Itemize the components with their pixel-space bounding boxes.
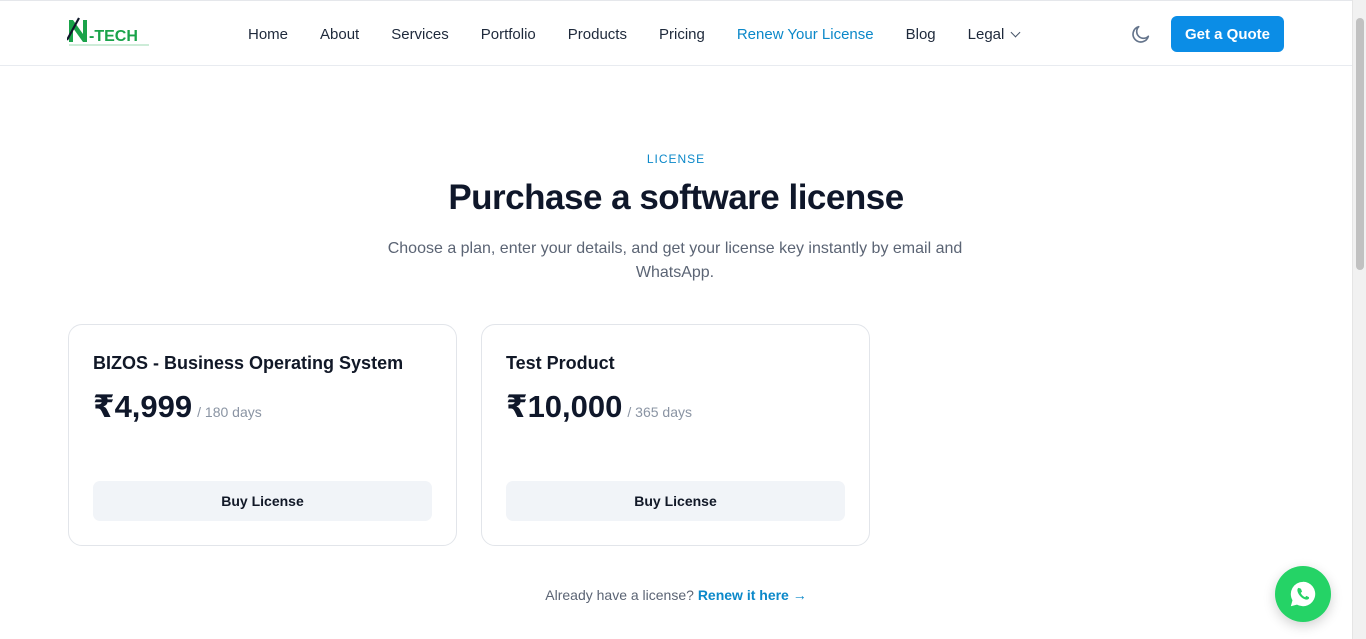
get-a-quote-button[interactable]: Get a Quote bbox=[1171, 16, 1284, 52]
plan-price-row: ₹4,999 / 180 days bbox=[93, 389, 262, 425]
logo-text: -TECH bbox=[89, 28, 138, 45]
plan-card-bizos: BIZOS - Business Operating System ₹4,999… bbox=[68, 324, 457, 546]
top-navbar: -TECH Home About Services Portfolio Prod… bbox=[0, 0, 1352, 66]
nav-home[interactable]: Home bbox=[248, 26, 288, 43]
whatsapp-chat-button[interactable] bbox=[1275, 566, 1331, 622]
renew-prefix: Already have a license? bbox=[545, 587, 694, 603]
whatsapp-icon bbox=[1290, 581, 1316, 607]
nav-portfolio[interactable]: Portfolio bbox=[481, 26, 536, 43]
renew-prompt: Already have a license? Renew it here → bbox=[0, 587, 1352, 603]
plan-title: BIZOS - Business Operating System bbox=[93, 353, 404, 373]
plan-card-test-product: Test Product ₹10,000 / 365 days Buy Lice… bbox=[481, 324, 870, 546]
chevron-down-icon bbox=[1010, 27, 1021, 37]
renew-link[interactable]: Renew it here → bbox=[698, 587, 807, 603]
main-nav: Home About Services Portfolio Products P… bbox=[248, 1, 1051, 67]
moon-icon[interactable] bbox=[1130, 23, 1152, 45]
plan-price-row: ₹10,000 / 365 days bbox=[506, 389, 692, 425]
section-eyebrow: LICENSE bbox=[646, 152, 706, 166]
nav-products[interactable]: Products bbox=[568, 26, 627, 43]
nav-legal-label: Legal bbox=[967, 25, 1005, 43]
n-tech-logo-icon: -TECH bbox=[67, 17, 149, 46]
plan-price: ₹10,000 bbox=[506, 389, 623, 424]
nav-blog[interactable]: Blog bbox=[906, 26, 936, 43]
page-title: Purchase a software license bbox=[448, 178, 904, 217]
nav-legal-dropdown[interactable]: Legal bbox=[967, 25, 1021, 43]
plan-title: Test Product bbox=[506, 353, 615, 373]
nav-services[interactable]: Services bbox=[391, 26, 449, 43]
plan-period: / 365 days bbox=[627, 404, 692, 420]
buy-license-button[interactable]: Buy License bbox=[506, 481, 845, 521]
nav-pricing[interactable]: Pricing bbox=[659, 26, 705, 43]
scrollbar-thumb[interactable] bbox=[1356, 18, 1364, 270]
nav-about[interactable]: About bbox=[320, 26, 359, 43]
plan-period: / 180 days bbox=[197, 404, 262, 420]
nav-renew-license[interactable]: Renew Your License bbox=[737, 26, 874, 43]
brand-logo[interactable]: -TECH bbox=[67, 16, 151, 48]
plan-price: ₹4,999 bbox=[93, 389, 193, 424]
page-subtitle: Choose a plan, enter your details, and g… bbox=[387, 240, 963, 281]
vertical-scrollbar[interactable] bbox=[1352, 0, 1366, 639]
buy-license-button[interactable]: Buy License bbox=[93, 481, 432, 521]
